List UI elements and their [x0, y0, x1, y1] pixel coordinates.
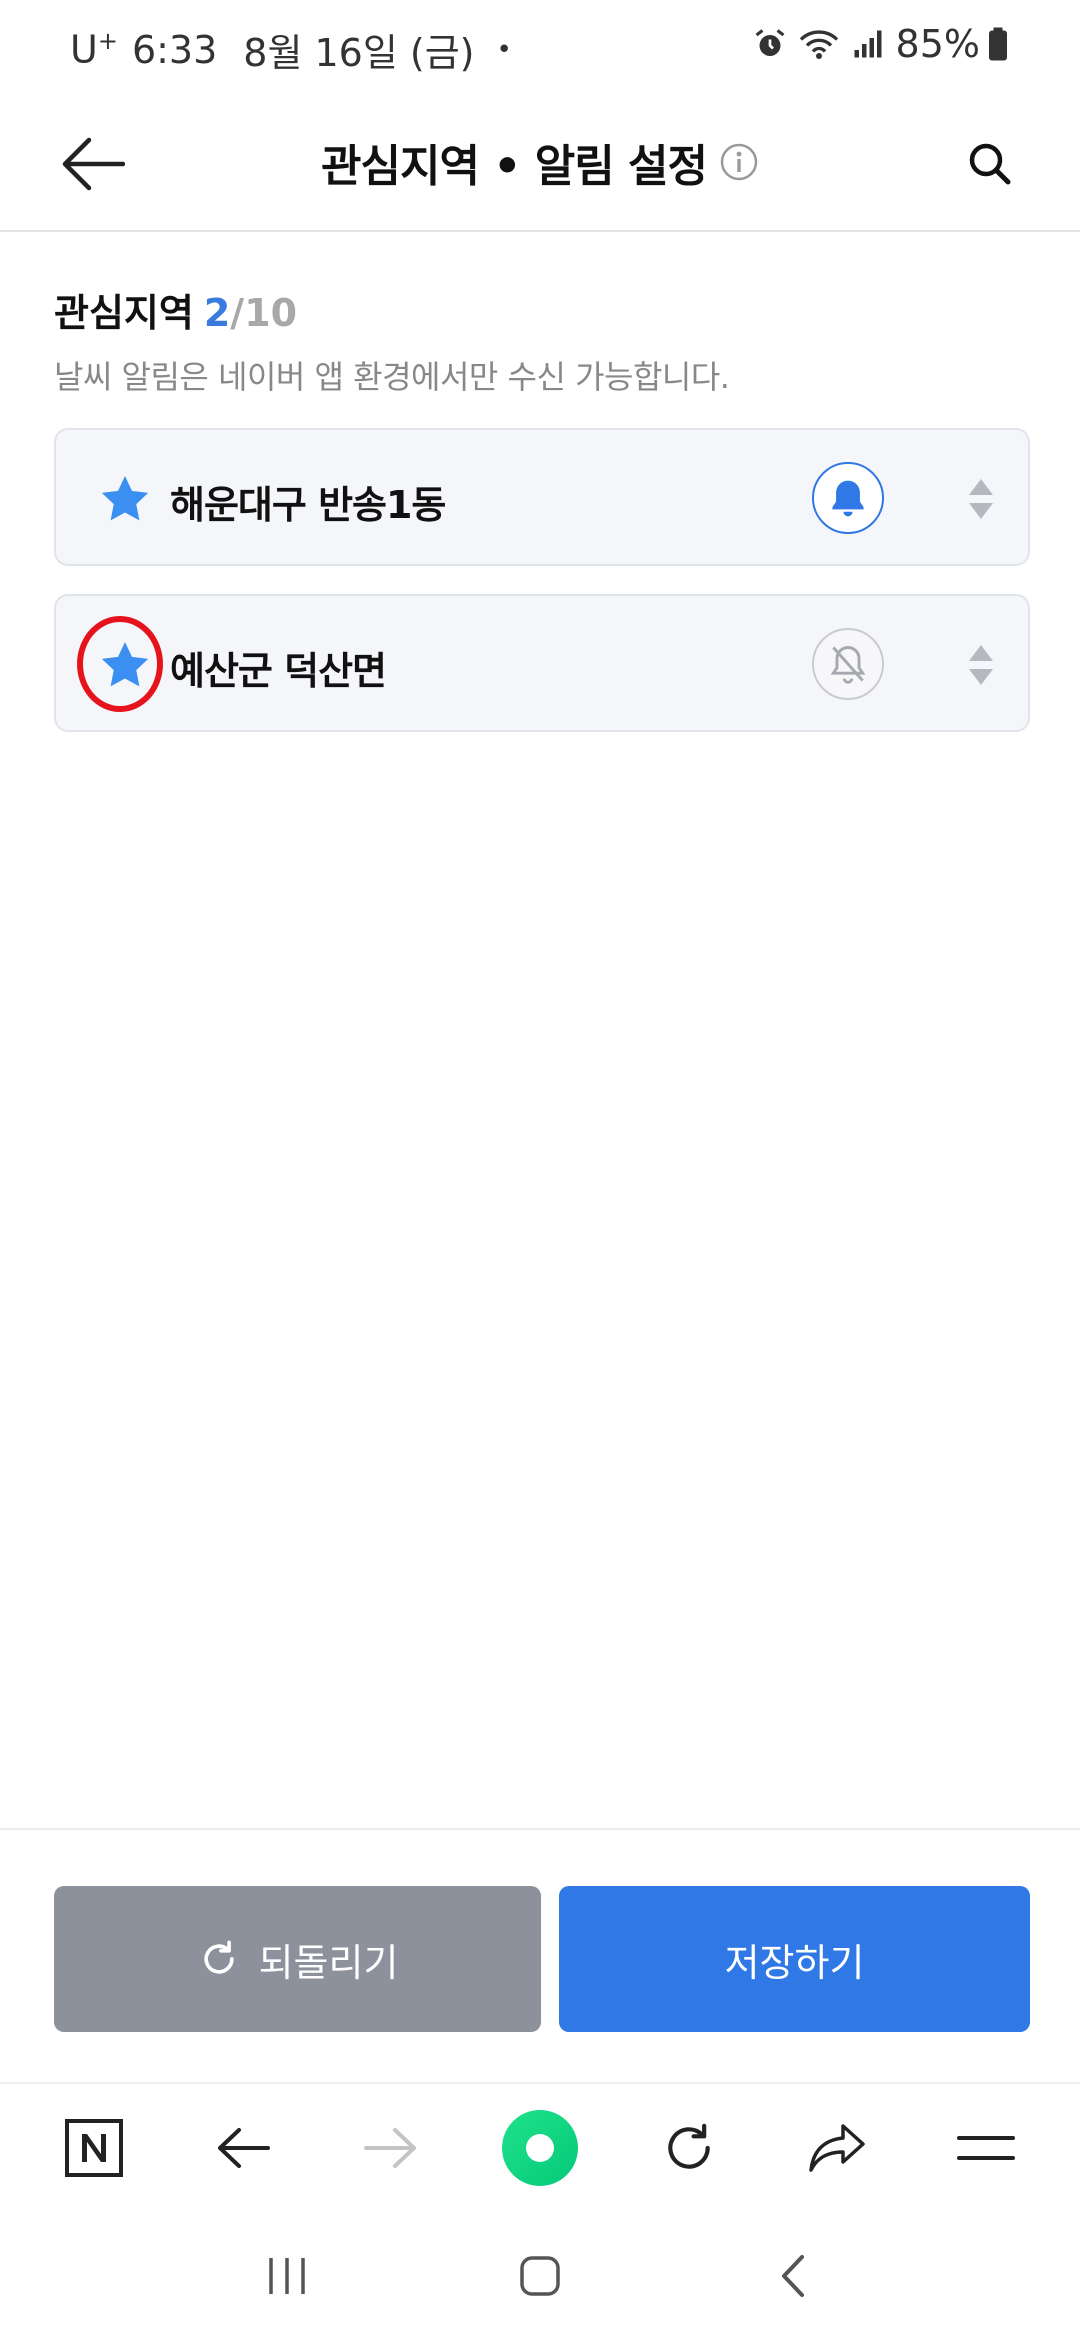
notification-toggle-off[interactable]: [812, 628, 884, 700]
share-icon: [809, 2124, 865, 2172]
reset-button[interactable]: 되돌리기: [54, 1886, 541, 2032]
bell-icon: [832, 480, 864, 517]
browser-refresh-button[interactable]: [639, 2098, 739, 2198]
back-icon: [217, 2128, 270, 2168]
naver-n-icon: [65, 2119, 124, 2177]
header: 관심지역 • 알림 설정: [0, 100, 1080, 232]
region-card[interactable]: 예산군 덕산면: [54, 594, 1030, 732]
status-time: 6:33: [131, 27, 218, 72]
bell-off-icon: [830, 646, 866, 684]
status-bar: U+ 6:33 8월 16일 (금) • 85%: [0, 0, 1080, 100]
region-card[interactable]: 해운대구 반송1동: [54, 428, 1030, 566]
browser-home-button[interactable]: [490, 2098, 590, 2198]
section-header: 관심지역 2 / 10: [54, 282, 297, 337]
browser-back-button[interactable]: [193, 2098, 293, 2198]
system-back-button[interactable]: [753, 2236, 833, 2316]
sort-handle-icon: [969, 645, 993, 685]
wifi-icon: [799, 30, 838, 59]
browser-toolbar: [0, 2082, 1080, 2212]
signal-icon: [854, 30, 882, 58]
battery-icon: [989, 27, 1007, 61]
naver-home-button[interactable]: [44, 2098, 144, 2198]
system-navigation: [0, 2212, 1080, 2340]
home-icon: [520, 2256, 560, 2296]
recents-button[interactable]: [247, 2236, 327, 2316]
region-name: 예산군 덕산면: [170, 649, 387, 693]
notification-dot: •: [496, 34, 512, 65]
region-count-current: 2: [203, 291, 231, 335]
sort-handle-icon: [969, 479, 993, 519]
browser-share-button[interactable]: [787, 2098, 887, 2198]
status-right: 85%: [752, 22, 1010, 66]
search-icon: [969, 143, 1011, 185]
highlight-circle: [77, 616, 163, 712]
battery-percent: 85%: [895, 22, 980, 66]
page-title: 관심지역 • 알림 설정: [321, 141, 708, 192]
region-count-separator: /: [230, 291, 245, 335]
section-description: 날씨 알림은 네이버 앱 환경에서만 수신 가능합니다.: [54, 358, 730, 396]
menu-icon: [956, 2136, 1015, 2160]
region-name: 해운대구 반송1동: [170, 483, 446, 527]
status-left: U+ 6:33 8월 16일 (금) •: [70, 22, 512, 77]
search-button[interactable]: [950, 124, 1030, 204]
info-icon[interactable]: [719, 142, 759, 182]
status-date: 8월 16일 (금): [243, 31, 475, 75]
save-label: 저장하기: [724, 1940, 865, 1985]
sort-handle[interactable]: [956, 474, 1006, 524]
refresh-icon: [667, 2123, 710, 2169]
refresh-icon: [203, 1940, 234, 1974]
carrier-name: U: [70, 27, 98, 72]
carrier: U+: [70, 27, 118, 72]
section-title: 관심지역: [54, 291, 194, 335]
carrier-sup: +: [97, 27, 118, 56]
star-icon[interactable]: [98, 472, 152, 526]
sort-handle[interactable]: [956, 640, 1006, 690]
forward-icon: [364, 2128, 417, 2168]
notification-toggle-on[interactable]: [812, 462, 884, 534]
alarm-icon: [755, 29, 784, 56]
browser-menu-button[interactable]: [936, 2098, 1036, 2198]
home-icon-dot: [525, 2134, 554, 2162]
reset-label: 되돌리기: [258, 1940, 399, 1985]
recents-icon: [268, 2258, 305, 2294]
home-icon: [501, 2110, 578, 2186]
browser-forward-button[interactable]: [341, 2098, 441, 2198]
action-divider: [0, 1828, 1080, 1830]
system-home-button[interactable]: [500, 2236, 580, 2316]
title-wrap: 관심지역 • 알림 설정: [0, 122, 1080, 202]
back-icon: [782, 2255, 805, 2297]
save-button[interactable]: 저장하기: [559, 1886, 1030, 2032]
region-count-max: 10: [244, 291, 298, 335]
